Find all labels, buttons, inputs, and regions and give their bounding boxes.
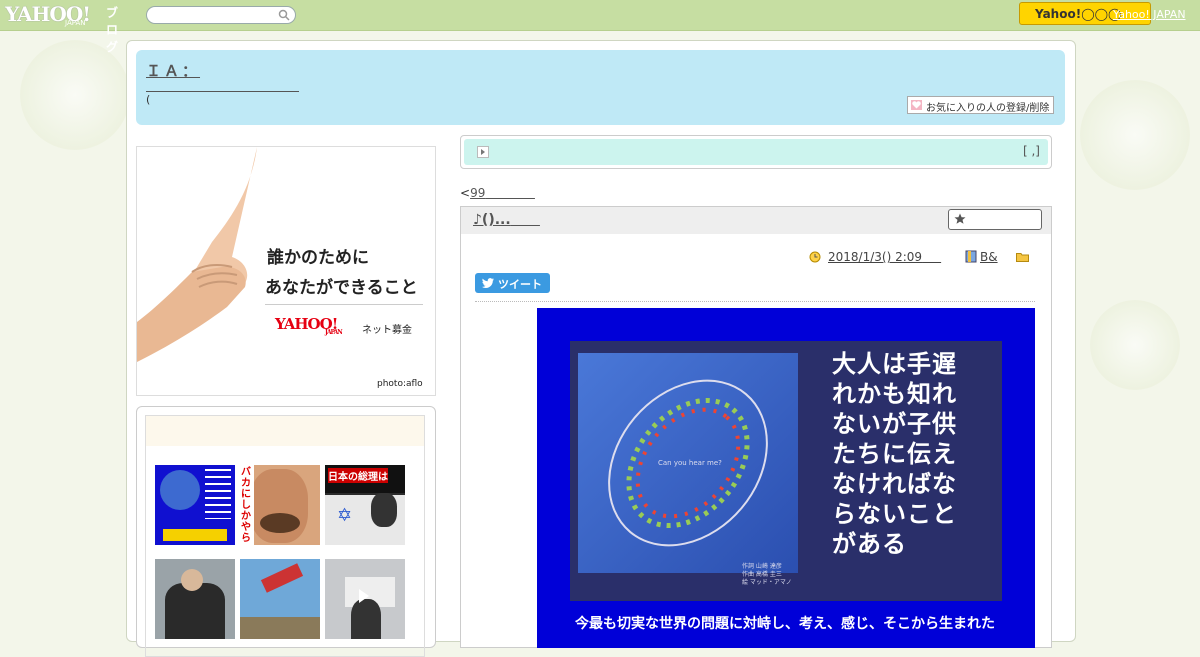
ad-brand-sub: JAPAN	[325, 329, 343, 336]
ad-service-name: ネット募金	[362, 325, 412, 336]
blog-title[interactable]: ＩＡ：	[146, 60, 200, 81]
ring-illustration: Can you hear me?	[608, 379, 768, 547]
thumbnail-caption: 日本の総理は	[328, 468, 388, 483]
article-category[interactable]: B&	[980, 250, 998, 264]
folder-icon[interactable]	[1016, 252, 1029, 262]
ring-center-text: Can you hear me?	[658, 459, 722, 467]
ad-divider	[265, 304, 423, 305]
image-headline-line: がある	[832, 530, 907, 558]
thumbnail-image[interactable]	[155, 559, 235, 639]
tweet-button[interactable]: ツイート	[475, 273, 550, 293]
image-bottom-text: 今最も切実な世界の問題に対峙し、考え、感じ、そこから生まれた	[575, 616, 995, 632]
tweet-label: ツイート	[498, 278, 542, 291]
article-title-bar: ♪()...	[461, 207, 1051, 234]
info-bar: [ ,]	[460, 135, 1052, 169]
ad-headline-1: 誰かのために	[267, 248, 369, 268]
favorite-register-button[interactable]: お気に入りの人の登録/削除	[907, 96, 1054, 114]
blog-description: (	[146, 91, 299, 106]
logo-sub: JAPAN	[65, 19, 86, 27]
background-blossom	[1090, 300, 1180, 390]
recent-images-inner: バカにしかやら 日本の総理は ✡	[145, 415, 425, 657]
ad-photo-credit: photo:aflo	[377, 379, 423, 389]
yahoo-japan-link[interactable]: Yahoo! JAPAN	[1113, 8, 1186, 21]
search-icon[interactable]	[278, 9, 290, 21]
article-title-text: ♪()...	[473, 212, 511, 228]
blog-label: ブログ	[106, 6, 119, 54]
prev-prefix: <	[460, 186, 471, 200]
article: ♪()... 2018/1/3() 2:09 B& ツイート Can you h…	[460, 206, 1052, 648]
article-date[interactable]: 2018/1/3() 2:09	[828, 250, 941, 264]
thumbnail-image[interactable]: バカにしかやら	[240, 465, 320, 545]
article-image-panel: Can you hear me? 作詞 山崎 達彦 作曲 高橋 圭三絵 マッド・ア…	[570, 341, 1002, 601]
arrow-right-icon[interactable]	[477, 146, 489, 158]
blog-frame: ＩＡ： ( お気に入りの人の登録/削除 誰かのために あなたができること YAH…	[126, 40, 1076, 657]
article-date-text: 2018/1/3() 2:09	[828, 250, 923, 264]
image-headline: 大人は手遅 れかも知れ ないが子供 たちに伝え なければな らないこと がある	[832, 349, 1002, 559]
ad-headline-2: あなたができること	[265, 278, 418, 298]
recent-images-panel: バカにしかやら 日本の総理は ✡	[136, 406, 436, 657]
image-credit-text: 作詞 山崎 達彦 作曲 高橋 圭三絵 マッド・アマノ	[742, 563, 792, 586]
info-bar-inner: [ ,]	[464, 139, 1048, 165]
image-headline-line: たちに伝え	[832, 440, 957, 468]
search-input[interactable]	[154, 8, 286, 24]
image-headline-line: れかも知れ	[832, 380, 957, 408]
search-box[interactable]	[146, 6, 296, 24]
favorite-register-label: お気に入りの人の登録/削除	[926, 103, 1050, 114]
masthead: YAHOO! JAPAN ブログ Yahoo!◯◯◯ Yahoo! JAPAN	[0, 0, 1200, 54]
blog-header: ＩＡ： ( お気に入りの人の登録/削除	[136, 50, 1065, 125]
prev-article-link-underline	[485, 186, 535, 200]
clock-icon	[809, 251, 821, 263]
star-of-david-icon: ✡	[337, 505, 353, 526]
play-icon[interactable]	[359, 589, 369, 603]
charity-ad-banner[interactable]: 誰かのために あなたができること YAHOO! JAPAN ネット募金 phot…	[136, 146, 436, 396]
thumbnail-image[interactable]: 日本の総理は ✡	[325, 465, 405, 545]
background-blossom	[20, 40, 130, 150]
recent-images-header	[146, 416, 424, 446]
dotted-divider	[475, 301, 1035, 302]
twitter-bird-icon	[482, 278, 494, 288]
book-icon	[965, 250, 977, 263]
image-headline-line: らないこと	[832, 500, 957, 528]
ad-yahoo-logo: YAHOO! JAPAN	[275, 315, 343, 336]
article-title[interactable]: ♪()...	[473, 212, 540, 228]
handshake-image	[137, 147, 257, 362]
thumbnail-image[interactable]	[240, 559, 320, 639]
favorite-star-button[interactable]	[948, 209, 1042, 230]
background-blossom	[1080, 80, 1190, 190]
image-headline-line: なければな	[832, 470, 957, 498]
previous-article-nav[interactable]: <99	[460, 186, 535, 200]
thumbnail-caption: バカにしかやら	[241, 467, 251, 544]
image-headline-line: 大人は手遅	[832, 350, 957, 378]
prev-article-link[interactable]: 99	[470, 186, 485, 200]
image-headline-line: ないが子供	[832, 410, 957, 438]
thumbnail-image[interactable]	[325, 559, 405, 639]
heart-icon	[911, 100, 922, 110]
info-bar-right-text: [ ,]	[1023, 144, 1040, 158]
star-icon	[954, 213, 966, 224]
article-main-image[interactable]: Can you hear me? 作詞 山崎 達彦 作曲 高橋 圭三絵 マッド・ア…	[537, 308, 1035, 648]
thumbnail-image[interactable]	[155, 465, 235, 545]
